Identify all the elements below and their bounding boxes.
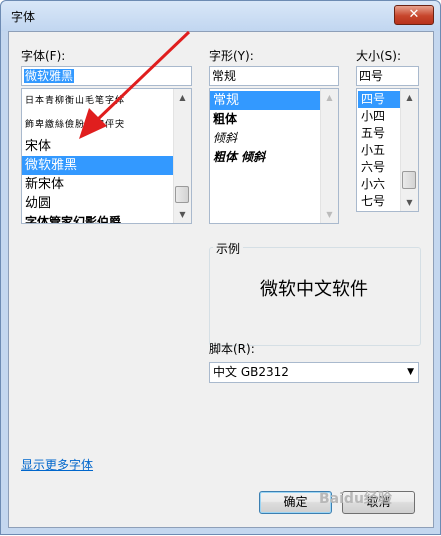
- font-dialog: 字体 ✕ 字体(F): 微软雅黑 日本青柳衡山毛笔字体 飾卑繳絲儉朌靑字伻宊 宋…: [0, 0, 441, 535]
- annotation-arrow: [79, 30, 191, 139]
- watermark: Baidu经验: [319, 491, 392, 507]
